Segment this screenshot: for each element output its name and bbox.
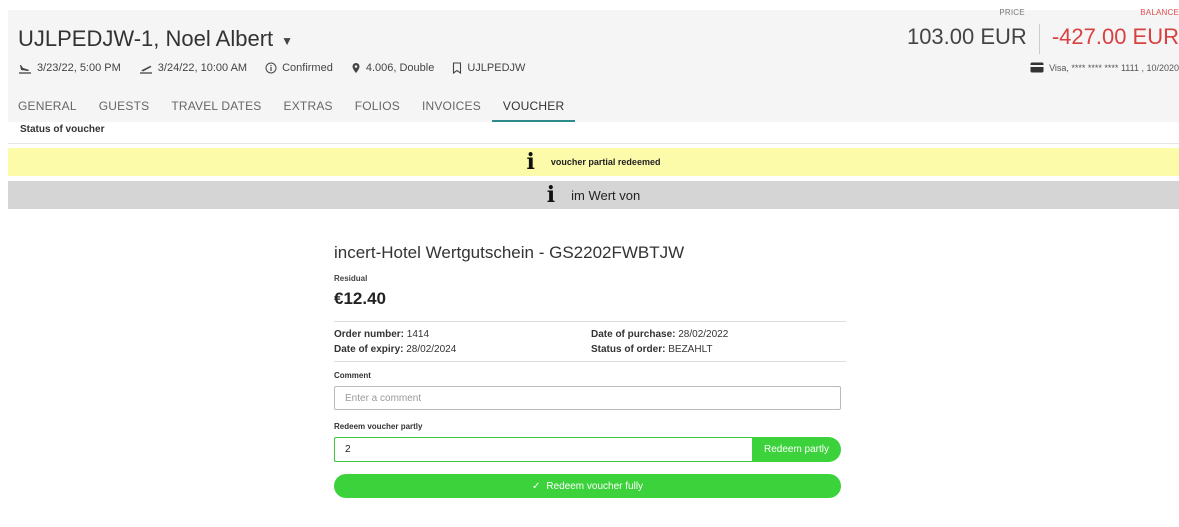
location-pin-icon <box>352 63 360 73</box>
info-icon: i <box>546 182 556 208</box>
order-number-value: 1414 <box>406 329 430 340</box>
check-icon: ✓ <box>531 480 541 492</box>
redeem-amount-input[interactable]: 2 <box>334 437 752 462</box>
reservation-title[interactable]: UJLPEDJW-1, Noel Albert ▼ <box>18 26 293 52</box>
reservation-header: UJLPEDJW-1, Noel Albert ▼ 3/23/22, 5:00 … <box>8 8 1179 122</box>
bookmark-icon <box>453 62 462 74</box>
payment-card-info: Visa, **** **** **** 1111 , 10/2020 <box>1030 62 1179 73</box>
voucher-status-banner: i voucher partial redeemed <box>8 148 1179 176</box>
order-status: Status of order: BEZAHLT <box>591 344 846 355</box>
redeem-partly-label: Redeem voucher partly <box>334 422 423 431</box>
payment-card-text: Visa, **** **** **** 1111 , 10/2020 <box>1049 62 1179 73</box>
order-number: Order number: 1414 <box>334 329 591 340</box>
departure-datetime: 3/24/22, 10:00 AM <box>157 62 248 74</box>
voucher-status-text: voucher partial redeemed <box>550 157 661 167</box>
reservation-tabs: GENERAL GUESTS TRAVEL DATES EXTRAS FOLIO… <box>8 98 576 122</box>
expiry-date-label: Date of expiry: <box>334 344 404 355</box>
voucher-card: incert-Hotel Wertgutschein - GS2202FWBTJ… <box>334 243 846 498</box>
purchase-date-label: Date of purchase: <box>591 329 676 340</box>
order-number-label: Order number: <box>334 329 405 340</box>
order-status-label: Status of order: <box>591 344 666 355</box>
residual-label: Residual <box>334 274 368 283</box>
price-label: PRICE <box>999 8 1025 17</box>
booking-ref: UJLPEDJW <box>467 62 526 74</box>
expiry-date: Date of expiry: 28/02/2024 <box>334 344 591 355</box>
booking-status: Confirmed <box>282 62 333 74</box>
plane-takeoff-icon <box>139 65 152 74</box>
tab-extras[interactable]: EXTRAS <box>273 98 344 122</box>
comment-label: Comment <box>334 371 371 380</box>
section-label: Status of voucher <box>20 124 105 135</box>
reservation-title-text: UJLPEDJW-1, Noel Albert <box>18 26 274 51</box>
reservation-meta: 3/23/22, 5:00 PM 3/24/22, 10:00 AM Confi… <box>18 62 525 74</box>
arrival-datetime: 3/23/22, 5:00 PM <box>37 62 121 74</box>
purchase-date-value: 28/02/2022 <box>678 329 729 340</box>
tab-folios[interactable]: FOLIOS <box>344 98 411 122</box>
tab-travel-dates[interactable]: TRAVEL DATES <box>160 98 272 122</box>
redeem-fully-label: Redeem voucher fully <box>546 480 644 492</box>
voucher-title: incert-Hotel Wertgutschein - GS2202FWBTJ… <box>334 243 685 262</box>
expiry-date-value: 28/02/2024 <box>406 344 457 355</box>
price-value: 103.00 EUR <box>906 24 1027 49</box>
booking-ref-info: UJLPEDJW <box>452 62 525 74</box>
tab-general[interactable]: GENERAL <box>8 98 88 122</box>
order-status-value: BEZAHLT <box>668 344 713 355</box>
voucher-details: Order number: 1414 Date of purchase: 28/… <box>334 322 846 361</box>
voucher-value-text: im Wert von <box>571 187 641 203</box>
balance-label: BALANCE <box>1140 8 1179 17</box>
redeem-partly-row: 2 Redeem partly <box>334 437 841 462</box>
tab-voucher[interactable]: VOUCHER <box>491 98 576 122</box>
status-info: Confirmed <box>265 62 333 74</box>
info-circle-icon <box>265 62 277 74</box>
arrival-info: 3/23/22, 5:00 PM <box>18 62 121 74</box>
caret-down-icon[interactable]: ▼ <box>281 34 293 48</box>
credit-card-icon <box>1030 62 1044 73</box>
unit-name: 4.006, Double <box>365 62 435 74</box>
tab-invoices[interactable]: INVOICES <box>411 98 492 122</box>
redeem-fully-button[interactable]: ✓ Redeem voucher fully <box>334 474 841 498</box>
unit-info: 4.006, Double <box>351 62 435 74</box>
section-divider <box>8 143 1179 144</box>
info-icon: i <box>526 149 535 175</box>
residual-value: €12.40 <box>334 289 386 308</box>
price-summary: PRICE 103.00 EUR <box>906 8 1039 50</box>
redeem-partly-button[interactable]: Redeem partly <box>752 437 841 462</box>
departure-info: 3/24/22, 10:00 AM <box>139 62 247 74</box>
comment-input[interactable]: Enter a comment <box>334 386 841 410</box>
voucher-value-banner: i im Wert von <box>8 181 1179 209</box>
voucher-divider <box>334 361 846 362</box>
balance-value: -427.00 EUR <box>1051 24 1179 49</box>
price-balance-block: PRICE 103.00 EUR BALANCE -427.00 EUR <box>906 8 1179 60</box>
balance-summary: BALANCE -427.00 EUR <box>1040 8 1179 50</box>
purchase-date: Date of purchase: 28/02/2022 <box>591 329 846 340</box>
tab-guests[interactable]: GUESTS <box>88 98 161 122</box>
plane-landing-icon <box>19 65 31 74</box>
